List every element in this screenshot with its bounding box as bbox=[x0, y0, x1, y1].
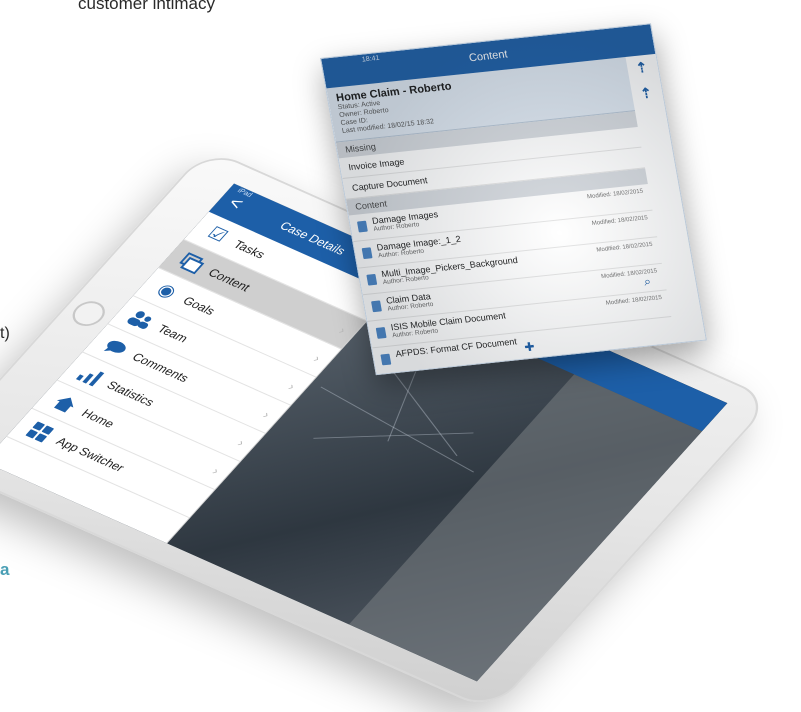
back-button[interactable]: < bbox=[224, 193, 248, 213]
bar-chart-icon bbox=[73, 362, 109, 388]
chevron-right-icon: › bbox=[310, 351, 325, 365]
glass-crack bbox=[320, 386, 475, 473]
page-text-fragment: t) bbox=[0, 325, 10, 342]
sidebar-item-label: Home bbox=[78, 406, 118, 431]
chevron-right-icon: › bbox=[209, 464, 223, 477]
document-icon bbox=[380, 353, 392, 366]
content-panel-title: Content bbox=[468, 48, 509, 65]
upload-icon[interactable]: ⇡ bbox=[634, 59, 649, 77]
document-icon bbox=[375, 327, 387, 339]
target-icon: ◉ bbox=[152, 279, 182, 302]
home-icon bbox=[48, 390, 84, 416]
document-icon bbox=[361, 247, 373, 260]
page-heading-fragment: customer intimacy bbox=[78, 0, 215, 13]
panel-status-time: 18:41 bbox=[361, 54, 381, 64]
chevron-right-icon: › bbox=[260, 408, 274, 421]
glass-crack bbox=[313, 432, 474, 439]
content-icon bbox=[174, 250, 210, 276]
sidebar-item-label: Tasks bbox=[230, 237, 269, 261]
document-icon bbox=[356, 220, 368, 233]
chevron-right-icon: › bbox=[234, 436, 249, 449]
chevron-right-icon: › bbox=[336, 323, 350, 337]
sidebar-item-label: Goals bbox=[180, 293, 219, 318]
document-icon bbox=[371, 300, 382, 313]
checkbox-icon: ☑ bbox=[203, 223, 233, 246]
grid-icon bbox=[22, 419, 58, 445]
comment-icon bbox=[98, 334, 134, 360]
document-icon bbox=[366, 273, 378, 286]
sidebar-item-label: Team bbox=[154, 321, 192, 345]
add-document-icon[interactable]: ✚ bbox=[523, 340, 535, 355]
upload-icon[interactable]: ⇡ bbox=[639, 84, 654, 102]
chevron-right-icon: › bbox=[285, 379, 299, 393]
sidebar-item-label: Statistics bbox=[104, 378, 158, 409]
content-panel: 18:41 Content ⇡ ⇡ Home Claim - Roberto S… bbox=[320, 23, 707, 376]
sidebar-item-label: Content bbox=[205, 265, 254, 294]
page-accent-fragment: a bbox=[0, 560, 10, 579]
team-icon bbox=[124, 306, 160, 332]
